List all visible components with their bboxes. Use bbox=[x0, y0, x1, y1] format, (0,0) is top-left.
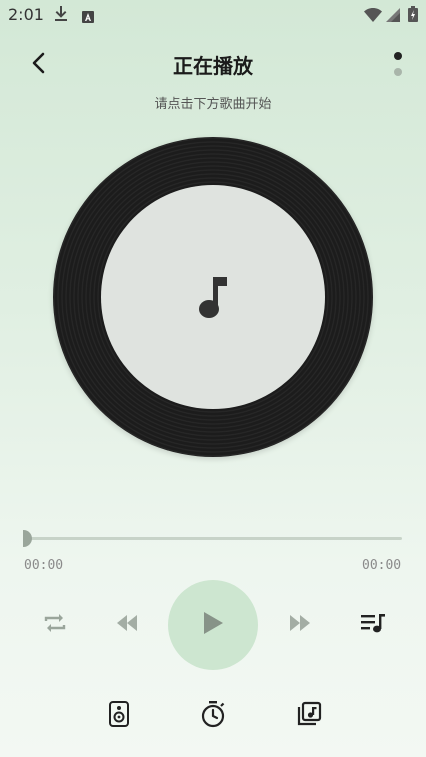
status-time: 2:01 bbox=[8, 5, 44, 24]
play-icon bbox=[202, 611, 224, 639]
page-title: 正在播放 bbox=[173, 54, 253, 78]
speaker-icon bbox=[108, 701, 130, 731]
repeat-button[interactable] bbox=[38, 608, 72, 642]
timer-icon bbox=[200, 700, 226, 732]
download-icon bbox=[54, 6, 68, 26]
fast-forward-icon bbox=[288, 615, 312, 635]
status-bar: 2:01 bbox=[0, 0, 426, 30]
repeat-icon bbox=[42, 611, 68, 639]
rewind-button[interactable] bbox=[110, 608, 144, 642]
back-button[interactable] bbox=[22, 48, 56, 82]
music-library-button[interactable] bbox=[292, 699, 326, 733]
chevron-left-icon bbox=[31, 52, 47, 78]
music-note-icon bbox=[193, 275, 233, 325]
page-dot-active bbox=[394, 52, 402, 60]
speaker-button[interactable] bbox=[102, 699, 136, 733]
total-time: 00:00 bbox=[362, 558, 402, 573]
progress-thumb[interactable] bbox=[23, 530, 32, 547]
timer-button[interactable] bbox=[196, 699, 230, 733]
fast-forward-button[interactable] bbox=[283, 608, 317, 642]
current-time: 00:00 bbox=[24, 558, 64, 573]
page-indicator[interactable] bbox=[391, 50, 405, 78]
wifi-icon bbox=[364, 7, 382, 26]
play-button[interactable] bbox=[168, 580, 258, 670]
playlist-button[interactable] bbox=[356, 608, 390, 642]
signal-icon bbox=[386, 7, 400, 26]
subtitle: 请点击下方歌曲开始 bbox=[154, 97, 272, 112]
a-icon bbox=[82, 8, 94, 27]
progress-bar[interactable] bbox=[26, 537, 402, 540]
music-library-icon bbox=[296, 701, 322, 731]
page-dot-inactive bbox=[394, 68, 402, 76]
battery-icon bbox=[408, 6, 418, 26]
rewind-icon bbox=[115, 615, 139, 635]
playlist-icon bbox=[360, 612, 386, 638]
